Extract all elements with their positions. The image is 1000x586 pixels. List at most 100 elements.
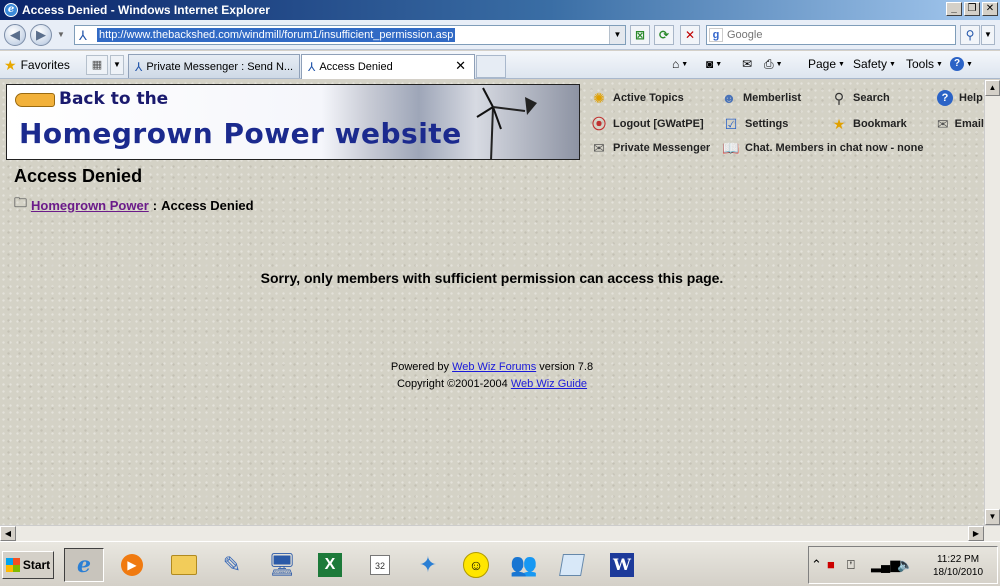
tab-label: Access Denied — [319, 61, 393, 73]
word-icon[interactable]: W — [602, 548, 642, 582]
forward-button[interactable]: ▶ — [30, 24, 52, 46]
favorites-bar: ★ Favorites ▦ ▼ ⅄ Private Messenger : Se… — [0, 51, 1000, 79]
tab-label: Private Messenger : Send N... — [146, 60, 294, 73]
search-input[interactable] — [727, 27, 952, 43]
window-title-bar: e Access Denied - Windows Internet Explo… — [0, 0, 1000, 20]
page-title: Access Denied — [14, 166, 143, 186]
help-menu-icon[interactable]: ? ▼ — [950, 57, 973, 71]
vertical-scrollbar[interactable]: ▲ ▼ — [984, 80, 1000, 525]
nav-search[interactable]: ⚲ Search — [828, 88, 890, 108]
read-mail-icon[interactable]: ✉ — [742, 57, 752, 71]
web-wiz-guide-link[interactable]: Web Wiz Guide — [511, 378, 587, 390]
address-dropdown-icon[interactable]: ▼ — [609, 26, 625, 44]
powered-by-text: Powered by — [390, 361, 449, 373]
page-content: Back to the Homegrown Power website ✺ Ac… — [0, 80, 984, 525]
tray-expand-icon[interactable]: ⌃ — [811, 557, 822, 573]
calendar-app-icon[interactable]: 32 — [360, 548, 400, 582]
tab-private-messenger[interactable]: ⅄ Private Messenger : Send N... — [128, 54, 300, 78]
print-icon[interactable]: ⎙ ▼ — [764, 57, 783, 72]
version-text: version 7.8 — [539, 361, 594, 373]
internet-explorer-icon[interactable]: e — [64, 548, 104, 582]
stop-button[interactable]: ✕ — [680, 25, 700, 45]
search-icon: ⚲ — [833, 89, 845, 106]
nav-chat[interactable]: 📖 Chat. Members in chat now - none — [720, 138, 923, 158]
tool-app-icon[interactable]: ✎ — [212, 548, 252, 582]
feeds-icon[interactable]: ◙ ▼ — [706, 57, 722, 71]
messenger-icon[interactable]: 👥 — [504, 548, 544, 582]
nav-help[interactable]: ? Help — [934, 88, 984, 108]
chat-book-icon: 📖 — [722, 139, 740, 156]
settings-checklist-icon: ☑ — [724, 115, 738, 132]
notepad-app-icon[interactable] — [552, 548, 592, 582]
scroll-left-icon[interactable]: ◀ — [0, 526, 16, 541]
restore-button[interactable]: ❐ — [964, 2, 980, 16]
tab-favicon-icon: ⅄ — [308, 60, 316, 74]
logout-icon: ⦿ — [592, 116, 606, 132]
nav-logout[interactable]: ⦿ Logout [GWatPE] — [588, 114, 704, 134]
quick-tabs-icon[interactable]: ▦ — [86, 55, 108, 75]
usb-tray-icon[interactable]: ⍞ — [847, 557, 855, 573]
security-tray-icon[interactable]: ■ — [827, 557, 835, 572]
pointing-hand-icon — [15, 93, 55, 107]
site-banner[interactable]: Back to the Homegrown Power website — [6, 84, 580, 160]
scroll-down-icon[interactable]: ▼ — [985, 509, 1000, 525]
new-tab-button[interactable] — [476, 55, 506, 78]
permission-message: Sorry, only members with sufficient perm… — [260, 270, 724, 286]
nav-settings[interactable]: ☑ Settings — [720, 114, 789, 134]
smiley-app-icon[interactable]: ☺ — [456, 548, 496, 582]
system-tray: ⌃ ■ ⍞ ▂▄▆ 🔈 11:22 PM 18/10/2010 — [808, 546, 998, 584]
close-tab-icon[interactable]: ✕ — [455, 58, 466, 74]
tab-access-denied[interactable]: ⅄ Access Denied ✕ — [301, 54, 475, 79]
help-icon: ? — [934, 88, 956, 108]
excel-icon[interactable]: X — [310, 548, 350, 582]
back-button[interactable]: ◀ — [4, 24, 26, 46]
favorites-star-icon: ★ — [4, 56, 17, 73]
url-text[interactable]: http://www.thebackshed.com/windmill/foru… — [97, 28, 456, 42]
nav-email[interactable]: ✉ Email — [934, 114, 984, 134]
safety-menu[interactable]: Safety ▼ — [853, 57, 896, 71]
window-title: Access Denied - Windows Internet Explore… — [22, 3, 270, 17]
minimize-button[interactable]: _ — [946, 2, 962, 16]
start-button[interactable]: Start — [2, 551, 54, 579]
tools-menu[interactable]: Tools ▼ — [906, 57, 943, 71]
favorites-button[interactable]: ★ Favorites — [4, 56, 70, 74]
google-logo-icon: g — [709, 28, 723, 42]
taskbar: Start e ▶ ✎ 🖥 X 32 ✦ ☺ 👥 W ⌃ ■ ⍞ ▂▄▆ 🔈 1… — [0, 541, 1000, 586]
file-explorer-folder-icon[interactable] — [164, 548, 204, 582]
remote-desktop-icon[interactable]: 🖥 — [262, 548, 302, 582]
search-button[interactable]: ⚲ — [960, 25, 980, 45]
nav-private-messenger[interactable]: ✉ Private Messenger — [588, 138, 710, 158]
search-options-dropdown-icon[interactable]: ▼ — [981, 25, 995, 45]
compatibility-view-button[interactable]: ⊠ — [630, 25, 650, 45]
bookmark-star-icon: ★ — [832, 115, 846, 132]
web-wiz-forums-link[interactable]: Web Wiz Forums — [452, 361, 536, 373]
volume-tray-icon[interactable]: 🔈 — [897, 557, 913, 573]
recent-pages-dropdown-icon[interactable]: ▼ — [57, 30, 65, 39]
nav-bookmark[interactable]: ★ Bookmark — [828, 114, 907, 134]
nav-memberlist[interactable]: ☻ Memberlist — [718, 88, 801, 108]
email-icon: ✉ — [936, 115, 949, 132]
network-tray-icon[interactable]: ▂▄▆ — [871, 557, 900, 573]
media-player-icon[interactable]: ▶ — [112, 548, 152, 582]
memberlist-icon: ☻ — [721, 90, 737, 106]
page-menu[interactable]: Page ▼ — [808, 57, 845, 71]
refresh-button[interactable]: ⟳ — [654, 25, 674, 45]
address-bar[interactable]: ⅄ http://www.thebackshed.com/windmill/fo… — [74, 25, 626, 45]
nav-active-topics[interactable]: ✺ Active Topics — [588, 88, 684, 108]
paint-app-icon[interactable]: ✦ — [408, 548, 448, 582]
forum-footer: Powered by Web Wiz Forums version 7.8 Co… — [0, 359, 984, 393]
close-window-button[interactable]: ✕ — [982, 2, 998, 16]
active-topics-icon: ✺ — [593, 89, 605, 106]
folder-icon: 🗀 — [14, 195, 28, 210]
breadcrumb-current: Access Denied — [161, 197, 254, 213]
home-icon[interactable]: ⌂ ▼ — [672, 57, 688, 71]
clock[interactable]: 11:22 PM 18/10/2010 — [921, 553, 995, 579]
favorites-label: Favorites — [20, 58, 70, 72]
search-box[interactable]: g — [706, 25, 956, 45]
horizontal-scrollbar[interactable]: ◀ ▶ — [0, 525, 1000, 541]
scroll-right-icon[interactable]: ▶ — [968, 526, 984, 541]
breadcrumb-home-link[interactable]: Homegrown Power — [31, 198, 149, 213]
scroll-up-icon[interactable]: ▲ — [985, 80, 1000, 96]
tab-list-dropdown-icon[interactable]: ▼ — [110, 55, 124, 75]
banner-site-name: Homegrown Power website — [19, 117, 462, 150]
